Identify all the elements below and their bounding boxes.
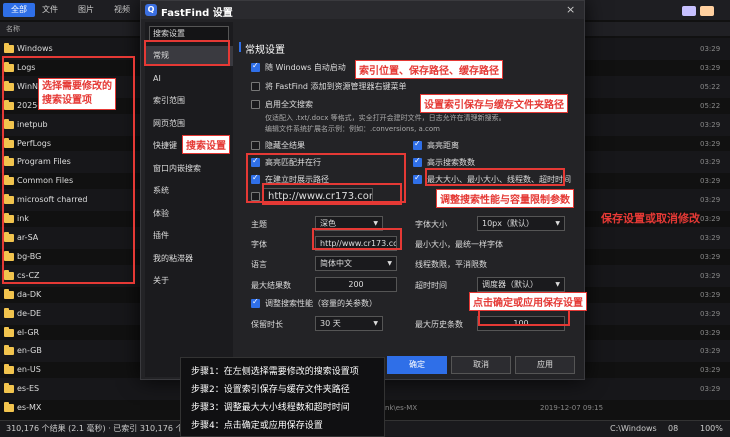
cancel-button[interactable]: 取消 — [451, 356, 511, 374]
status-text: 310,176 个结果 (2.1 毫秒) · 已索引 310,176 个 — [6, 424, 184, 433]
annotation-box-font — [312, 228, 402, 250]
hide-results-checkbox[interactable] — [251, 141, 260, 150]
fulltext-description-2: 编辑文件系统扩展名示例：例如：.conversions, a.com — [265, 125, 440, 133]
language-select[interactable]: 简体中文 ▼ — [315, 256, 397, 271]
fulltext-label: 启用全文搜索 — [265, 100, 313, 109]
theme-label: 主题 — [251, 220, 267, 229]
folder-icon — [4, 307, 14, 318]
settings-sidebar: 搜索设置 常规 AI 索引范围 网页范围 快捷键 窗口内嵌搜索 系统 体验 插件 我的粘滞器 关于 — [145, 22, 233, 377]
timeout-label: 超时时间 — [415, 281, 447, 290]
font-size-value: 10px（默认） — [482, 219, 534, 228]
show-count-checkbox[interactable] — [413, 156, 422, 167]
annotation-select-item: 选择需要修改的 搜索设置项 — [38, 78, 116, 110]
chevron-down-icon: ▼ — [373, 320, 378, 327]
annotation-performance: 调整搜索性能与容量限制参数 — [436, 189, 574, 208]
annotation-search-settings: 搜索设置 — [182, 135, 230, 154]
max-results-field[interactable]: 200 — [315, 277, 397, 292]
file-name: es-MX — [17, 403, 42, 413]
font-size-select[interactable]: 10px（默认） ▼ — [477, 216, 565, 231]
sidebar-item[interactable]: AI — [145, 69, 233, 89]
annotation-box-url — [262, 183, 402, 205]
ok-button[interactable]: 确定 — [387, 356, 447, 374]
max-size-checkbox[interactable] — [413, 173, 422, 184]
chevron-down-icon: ▼ — [555, 220, 560, 227]
highlight-distance-label: 高亮距离 — [427, 141, 459, 150]
status-path: C:\Windows — [610, 424, 657, 433]
folder-icon — [4, 288, 14, 299]
max-results-label: 最大结果数 — [251, 281, 291, 290]
language-value: 简体中文 — [320, 259, 352, 268]
folder-icon — [4, 43, 14, 53]
step-3: 步骤3：调整最大大小线程数和超时时间 — [191, 403, 350, 413]
status-zoom: 100% — [700, 424, 723, 433]
font-size-label: 字体大小 — [415, 220, 447, 229]
font-hint: 最小大小，最统一样字体 — [415, 240, 503, 249]
step-4: 步骤4：点击确定或应用保存设置 — [191, 421, 323, 431]
annotation-confirm-apply: 点击确定或应用保存设置 — [469, 292, 587, 311]
context-menu-checkbox[interactable] — [251, 82, 260, 91]
startup-checkbox[interactable] — [251, 61, 260, 72]
sidebar-item[interactable]: 系统 — [145, 181, 233, 201]
annotation-box-general — [144, 40, 230, 66]
annotation-save-or-cancel: 保存设置或取消修改 — [601, 212, 700, 225]
interval-value: 30 天 — [320, 319, 341, 328]
interval-label: 保留时长 — [251, 320, 283, 329]
section-title: 常规设置 — [239, 41, 285, 56]
app-logo-icon: Q — [145, 4, 157, 16]
font-label: 字体 — [251, 240, 267, 249]
thumbnail-icon — [700, 6, 714, 16]
file-path: ink\es-MX — [383, 404, 418, 413]
folder-icon — [4, 364, 14, 375]
folder-icon — [4, 383, 14, 394]
step-2: 步骤2：设置索引保存与缓存文件夹路径 — [191, 385, 350, 395]
tab-video[interactable]: 视频 — [106, 3, 138, 17]
apply-button[interactable]: 应用 — [515, 356, 575, 374]
sidebar-item[interactable]: 我的粘滞器 — [145, 249, 233, 269]
annotation-index-save: 设置索引保存与缓存文件夹路径 — [420, 94, 568, 113]
threads-label: 线程数限，平消限数 — [415, 260, 487, 269]
history-label: 最大历史条数 — [415, 320, 463, 329]
annotation-box-max-size — [425, 168, 565, 186]
sidebar-item[interactable]: 窗口内嵌搜索 — [145, 159, 233, 179]
theme-value: 深色 — [320, 219, 336, 228]
steps-panel: 步骤1：在左侧选择需要修改的搜索设置项 步骤2：设置索引保存与缓存文件夹路径 步… — [180, 357, 385, 437]
sidebar-item[interactable]: 网页范围 — [145, 114, 233, 134]
context-menu-label: 将 FastFind 添加到资源管理器右键菜单 — [265, 82, 407, 91]
interval-select[interactable]: 30 天 ▼ — [315, 316, 383, 331]
highlight-distance-checkbox[interactable] — [413, 139, 422, 150]
show-count-label: 高示搜索数数 — [427, 158, 475, 167]
folder-icon — [4, 402, 14, 413]
sidebar-item[interactable]: 关于 — [145, 271, 233, 291]
folder-icon — [4, 345, 14, 356]
debounce-label: 调整搜索性能（容量的关参数） — [265, 299, 377, 308]
sidebar-item[interactable]: 插件 — [145, 226, 233, 246]
dialog-title: FastFind 设置 — [161, 8, 233, 19]
folder-icon — [4, 326, 14, 337]
language-label: 语言 — [251, 260, 267, 269]
annotation-index-paths: 索引位置、保存路径、缓存路径 — [355, 60, 503, 79]
tab-files[interactable]: 文件 — [34, 3, 66, 17]
chevron-down-icon: ▼ — [555, 281, 560, 288]
status-count: 08 — [668, 424, 679, 433]
dialog-titlebar: Q FastFind 设置 × — [141, 1, 584, 19]
fulltext-checkbox[interactable] — [251, 100, 260, 109]
step-1: 步骤1：在左侧选择需要修改的搜索设置项 — [191, 367, 359, 377]
tab-all[interactable]: 全部 — [3, 3, 35, 17]
hide-results-label: 隐藏全结果 — [265, 141, 305, 150]
sidebar-item[interactable]: 体验 — [145, 204, 233, 224]
chevron-down-icon: ▼ — [387, 260, 392, 267]
settings-search-input[interactable]: 搜索设置 — [149, 26, 229, 41]
startup-label: 随 Windows 自动启动 — [265, 63, 346, 72]
tab-images[interactable]: 图片 — [70, 3, 102, 17]
timeout-select[interactable]: 调度器（默认） ▼ — [477, 277, 565, 292]
fulltext-description: 仅适配入 .txt/.docx 等格式，实全打开会建时文件，日志允许在清理新搜索… — [265, 114, 506, 122]
thumbnail-icon — [682, 6, 696, 16]
close-icon[interactable]: × — [566, 3, 575, 16]
timeout-value: 调度器（默认） — [482, 280, 538, 289]
sidebar-item[interactable]: 索引范围 — [145, 91, 233, 111]
file-date: 2019-12-07 09:15 — [540, 404, 604, 413]
debounce-checkbox[interactable] — [251, 297, 260, 308]
